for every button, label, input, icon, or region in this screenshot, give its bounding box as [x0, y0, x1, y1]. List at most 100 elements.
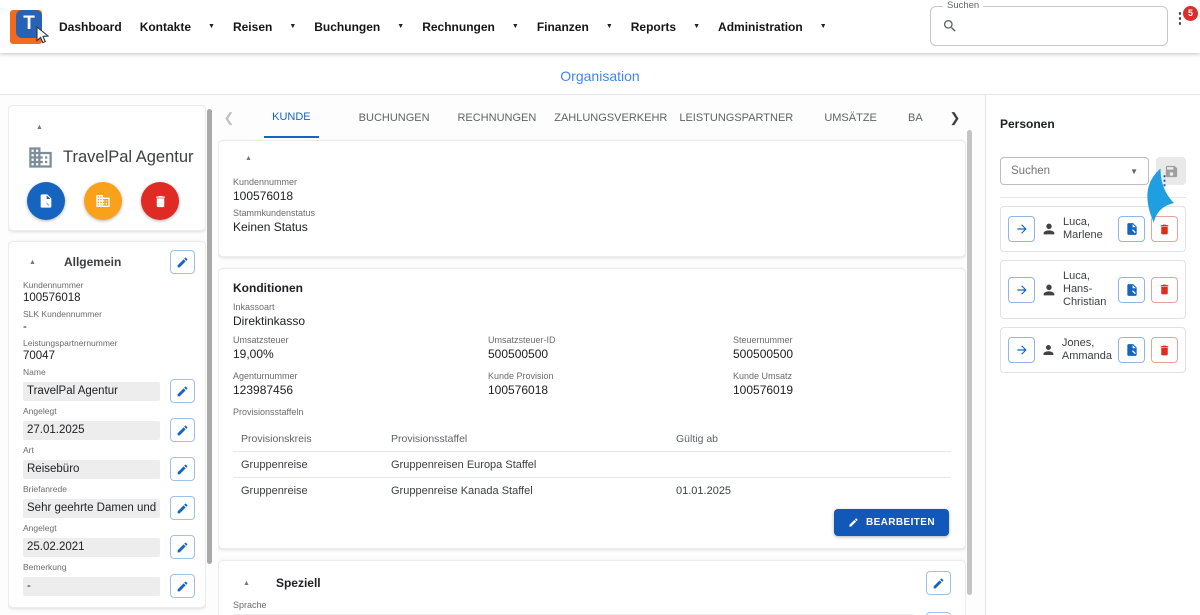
search-icon — [944, 20, 956, 32]
section-title: Speziell — [275, 576, 321, 590]
export-document-button[interactable] — [27, 182, 65, 220]
open-person-button[interactable] — [1008, 276, 1035, 303]
app-window: T Dashboard Kontakte ▼ Reisen ▼ Buchungen ▼… — [0, 0, 1200, 615]
kebab-dots-icon: ⋮ — [1158, 173, 1171, 188]
field-leistungspartnernummer: Leistungspartnernummer 70047 — [23, 338, 118, 362]
field-bemerkung: Bemerkung - — [9, 562, 205, 598]
pencil-icon — [177, 503, 188, 513]
speziell-card: ▲ Speziell Sprache de Währung € — [218, 560, 966, 615]
trash-icon — [1160, 284, 1169, 295]
menu-item-rechnungen[interactable]: Rechnungen ▼ — [413, 20, 528, 34]
tab-clipped[interactable]: BA — [902, 95, 944, 140]
pencil-icon — [177, 257, 188, 267]
delete-person-button[interactable] — [1151, 276, 1178, 303]
bemerkung-field[interactable]: - — [23, 576, 160, 596]
delete-person-button[interactable] — [1151, 337, 1178, 363]
tab-bar: ❮ KUNDE BUCHUNGEN RECHNUNGEN ZAHLUNGSVER… — [218, 95, 966, 140]
grid-cell: Kunde Umsatz 100576019 — [733, 371, 794, 397]
open-person-button[interactable] — [1008, 337, 1035, 363]
edit-angelegt2-button[interactable] — [170, 535, 195, 559]
collapse-icon[interactable]: ▲ — [36, 124, 43, 131]
kebab-menu-button[interactable]: ⋮ 5 — [1170, 6, 1198, 40]
document-export-icon — [1126, 344, 1137, 356]
tabs-scroll-left-icon[interactable]: ❮ — [218, 110, 240, 126]
table-row[interactable]: Gruppenreise Gruppenreise Kanada Staffel… — [233, 477, 951, 503]
collapse-icon[interactable]: ▲ — [245, 155, 951, 162]
pencil-icon — [177, 386, 188, 396]
organisation-name: TravelPal Agentur — [63, 148, 194, 166]
topbar: T Dashboard Kontakte ▼ Reisen ▼ Buchungen ▼… — [0, 0, 1200, 53]
angelegt2-field[interactable]: 25.02.2021 — [23, 537, 160, 557]
trash-icon — [1160, 345, 1169, 355]
person-document-button[interactable] — [1118, 216, 1145, 242]
tab-umsaetze[interactable]: UMSÄTZE — [799, 95, 902, 140]
table-row[interactable]: Gruppenreise Gruppenreisen Europa Staffe… — [233, 451, 951, 477]
briefanrede-field[interactable]: Sehr geehrte Damen und Herren — [23, 498, 160, 518]
grid-cell: Umsatzsteuer-ID 500500500 — [488, 335, 556, 361]
person-document-button[interactable] — [1118, 276, 1145, 303]
global-search-input[interactable]: Suchen — [930, 0, 1168, 46]
name-field[interactable]: TravelPal Agentur — [23, 381, 160, 401]
pencil-icon — [849, 518, 858, 527]
delete-organisation-button[interactable] — [141, 182, 179, 220]
person-document-button[interactable] — [1118, 337, 1145, 363]
person-icon — [1043, 284, 1055, 295]
menu-item-kontakte[interactable]: Kontakte ▼ — [131, 20, 224, 34]
tab-kunde[interactable]: KUNDE — [240, 95, 343, 140]
content-area: ▲ TravelPal Agentur ▲ Allgemein Kundennu… — [0, 95, 1200, 615]
grid-cell: Kunde Provision 100576018 — [488, 371, 554, 397]
field-briefanrede: Briefanrede Sehr geehrte Damen und Herre… — [9, 484, 205, 520]
chevron-down-icon: ▼ — [397, 23, 405, 30]
tab-buchungen[interactable]: BUCHUNGEN — [343, 95, 446, 140]
tab-rechnungen[interactable]: RECHNUNGEN — [446, 95, 549, 140]
art-field[interactable]: Reisebüro — [23, 459, 160, 479]
tabs-scroll-right-icon[interactable]: ❯ — [944, 110, 966, 126]
divider — [1000, 197, 1186, 198]
kunde-main-panel: ❮ KUNDE BUCHUNGEN RECHNUNGEN ZAHLUNGSVER… — [218, 95, 966, 615]
person-row: Luca, Hans-Christian — [1000, 260, 1186, 319]
edit-allgemein-button[interactable] — [170, 250, 195, 274]
menu-item-reports[interactable]: Reports ▼ — [622, 20, 709, 34]
sidebar-scrollbar[interactable] — [207, 109, 212, 564]
field-angelegt-2: Angelegt 25.02.2021 — [9, 523, 205, 559]
document-export-icon — [40, 194, 52, 208]
edit-speziell-button[interactable] — [926, 571, 951, 595]
field-art: Art Reisebüro — [9, 445, 205, 481]
organisation-button[interactable] — [84, 182, 122, 220]
edit-name-button[interactable] — [170, 379, 195, 403]
trash-icon — [155, 195, 165, 207]
arrow-forward-icon — [1016, 284, 1027, 295]
person-row: Luca, Marlene — [1000, 206, 1186, 252]
chevron-down-icon: ▼ — [693, 23, 701, 30]
grid-cell: Agenturnummer 123987456 — [233, 371, 298, 397]
chevron-down-icon: ▼ — [208, 23, 215, 30]
menu-item-administration[interactable]: Administration ▼ — [709, 20, 836, 34]
menu-item-buchungen[interactable]: Buchungen ▼ — [305, 20, 413, 34]
trash-icon — [1160, 224, 1169, 234]
tab-leistungspartner[interactable]: LEISTUNGSPARTNER — [673, 95, 799, 140]
pencil-icon — [177, 425, 188, 435]
bearbeiten-button[interactable]: BEARBEITEN — [833, 509, 949, 536]
angelegt-field[interactable]: 27.01.2025 — [23, 420, 160, 440]
edit-bemerkung-button[interactable] — [170, 574, 195, 598]
edit-art-button[interactable] — [170, 457, 195, 481]
tab-zahlungsverkehr[interactable]: ZAHLUNGSVERKEHR — [548, 95, 673, 140]
open-person-button[interactable] — [1008, 216, 1035, 242]
menu-item-reisen[interactable]: Reisen ▼ — [224, 20, 305, 34]
collapse-icon[interactable]: ▲ — [243, 580, 250, 587]
collapse-icon[interactable]: ▲ — [29, 259, 36, 266]
field-sprache: Sprache de — [233, 599, 951, 615]
edit-briefanrede-button[interactable] — [170, 496, 195, 520]
chevron-down-icon: ▼ — [605, 23, 613, 30]
delete-person-button[interactable] — [1151, 216, 1178, 242]
personen-search-select[interactable]: Suchen ▼ — [1000, 157, 1149, 185]
allgemein-card: ▲ Allgemein Kundennummer 100576018 SLK K… — [8, 241, 206, 608]
page-title: Organisation — [560, 68, 640, 84]
table-header-row: Provisionskreis Provisionsstaffel Gültig… — [241, 433, 719, 445]
menu-item-finanzen[interactable]: Finanzen ▼ — [528, 20, 622, 34]
person-icon — [1043, 223, 1055, 235]
main-scrollbar[interactable] — [967, 130, 972, 595]
building-icon — [29, 147, 52, 168]
menu-item-dashboard[interactable]: Dashboard — [50, 20, 131, 34]
edit-angelegt-button[interactable] — [170, 418, 195, 442]
